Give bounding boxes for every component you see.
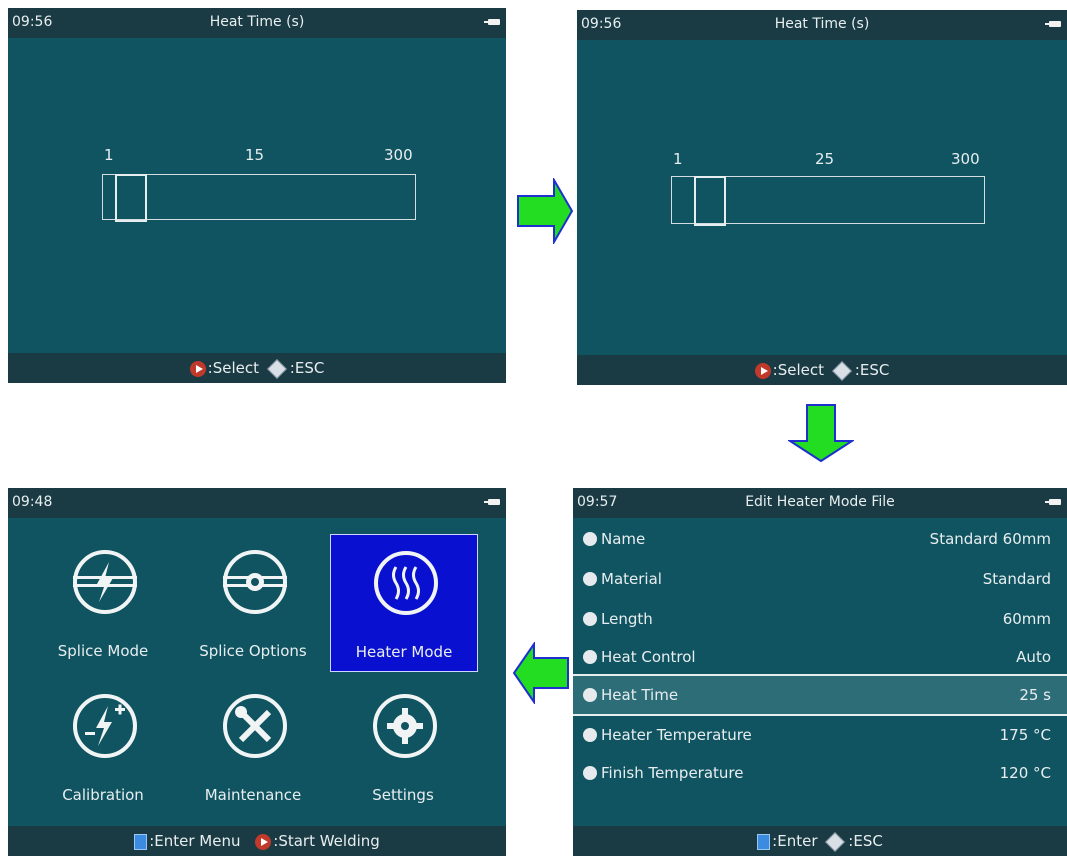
list-item-finish-temperature[interactable]: Finish Temperature 120 °C	[573, 754, 1067, 792]
row-value: Standard 60mm	[929, 530, 1051, 548]
bullet-icon	[583, 650, 597, 664]
row-value: 60mm	[1002, 610, 1051, 628]
heat-time-slider[interactable]	[671, 176, 985, 226]
battery-icon	[484, 19, 500, 25]
tile-label: Settings	[372, 786, 434, 804]
menu-tile-splice-options[interactable]: Splice Options	[180, 534, 326, 670]
bullet-icon	[583, 612, 597, 626]
play-key-icon	[754, 362, 771, 379]
menu-tile-settings[interactable]: Settings	[330, 678, 476, 814]
maintenance-icon	[223, 694, 287, 758]
tile-label: Calibration	[62, 786, 144, 804]
top-bar: 09:56 Heat Time (s)	[8, 8, 506, 38]
row-label: Heater Temperature	[601, 726, 752, 744]
top-bar: 09:48	[8, 488, 506, 518]
list-item-material[interactable]: Material Standard	[573, 560, 1067, 598]
bullet-icon	[583, 688, 597, 702]
enter-hint: :Enter	[772, 832, 818, 850]
arrow-right-icon	[517, 178, 574, 244]
arrow-down-icon	[788, 404, 854, 463]
tile-label: Maintenance	[204, 786, 302, 804]
bottom-bar: :Select :ESC	[577, 355, 1067, 385]
esc-key-icon	[825, 831, 846, 852]
menu-tile-maintenance[interactable]: Maintenance	[180, 678, 326, 814]
list-item-heat-time[interactable]: Heat Time 25 s	[573, 674, 1067, 716]
row-label: Heat Time	[601, 686, 679, 704]
tile-label: Heater Mode	[355, 643, 453, 661]
row-value: Standard	[982, 570, 1051, 588]
bottom-bar: :Select :ESC	[8, 353, 506, 383]
bullet-icon	[583, 532, 597, 546]
row-label: Length	[601, 610, 653, 628]
row-label: Finish Temperature	[601, 764, 744, 782]
esc-hint: :ESC	[854, 361, 890, 379]
esc-hint: :ESC	[289, 359, 325, 377]
enter-menu-hint: :Enter Menu	[149, 832, 241, 850]
slider-min-label: 1	[673, 150, 683, 168]
screen-heat-time-1: 09:56 Heat Time (s) 1 15 300 :Select :ES…	[8, 8, 506, 383]
bottom-bar: :Enter Menu :Start Welding	[8, 826, 506, 856]
list-item-heater-temperature[interactable]: Heater Temperature 175 °C	[573, 716, 1067, 754]
splice-mode-icon	[73, 550, 137, 614]
row-label: Name	[601, 530, 646, 548]
bullet-icon	[583, 728, 597, 742]
calibration-icon	[73, 694, 137, 758]
row-value: Auto	[1016, 648, 1051, 666]
row-value: 175 °C	[999, 726, 1051, 744]
splice-options-icon	[223, 550, 287, 614]
slider-handle[interactable]	[115, 174, 147, 222]
esc-key-icon	[266, 358, 287, 379]
slider-handle[interactable]	[694, 176, 726, 226]
slider-max-label: 300	[384, 146, 413, 164]
start-welding-hint: :Start Welding	[273, 832, 380, 850]
battery-icon	[1045, 499, 1061, 505]
menu-tile-splice-mode[interactable]: Splice Mode	[30, 534, 176, 670]
top-bar: 09:56 Heat Time (s)	[577, 10, 1067, 40]
heat-time-slider[interactable]	[102, 174, 416, 222]
battery-icon	[484, 499, 500, 505]
select-hint: :Select	[772, 361, 824, 379]
enter-key-icon	[134, 833, 148, 850]
top-bar: 09:57 Edit Heater Mode File	[573, 488, 1067, 518]
row-value: 120 °C	[999, 764, 1051, 782]
bottom-bar: :Enter :ESC	[573, 826, 1067, 856]
screen-title: Heat Time (s)	[774, 16, 870, 32]
esc-hint: :ESC	[848, 832, 883, 850]
menu-tile-heater-mode[interactable]: Heater Mode	[330, 534, 478, 672]
esc-key-icon	[831, 360, 852, 381]
enter-key-icon	[757, 833, 771, 850]
row-label: Heat Control	[601, 648, 696, 666]
battery-icon	[1045, 21, 1061, 27]
list-item-name[interactable]: Name Standard 60mm	[573, 520, 1067, 558]
tile-label: Splice Mode	[57, 642, 149, 660]
row-value: 25 s	[1019, 686, 1051, 704]
tile-label: Splice Options	[199, 642, 307, 660]
row-label: Material	[601, 570, 662, 588]
arrow-left-icon	[512, 642, 569, 704]
clock: 09:48	[12, 494, 53, 510]
heater-mode-icon	[374, 551, 438, 615]
slider-min-label: 1	[104, 146, 114, 164]
bullet-icon	[583, 766, 597, 780]
settings-icon	[373, 694, 437, 758]
screen-edit-heater-mode: 09:57 Edit Heater Mode File Name Standar…	[573, 488, 1067, 856]
play-key-icon	[189, 360, 206, 377]
screen-title: Heat Time (s)	[209, 14, 305, 30]
menu-tile-calibration[interactable]: Calibration	[30, 678, 176, 814]
screen-heat-time-2: 09:56 Heat Time (s) 1 25 300 :Select :ES…	[577, 10, 1067, 385]
screen-title: Edit Heater Mode File	[745, 494, 895, 510]
slider-max-label: 300	[951, 150, 980, 168]
list-item-heat-control[interactable]: Heat Control Auto	[573, 638, 1067, 676]
list-item-length[interactable]: Length 60mm	[573, 600, 1067, 638]
slider-current-label: 15	[245, 146, 265, 164]
slider-current-label: 25	[815, 150, 835, 168]
screen-main-menu: 09:48 Splice Mode Splice Options Heater …	[8, 488, 506, 856]
select-hint: :Select	[207, 359, 259, 377]
play-key-icon	[255, 833, 272, 850]
bullet-icon	[583, 572, 597, 586]
